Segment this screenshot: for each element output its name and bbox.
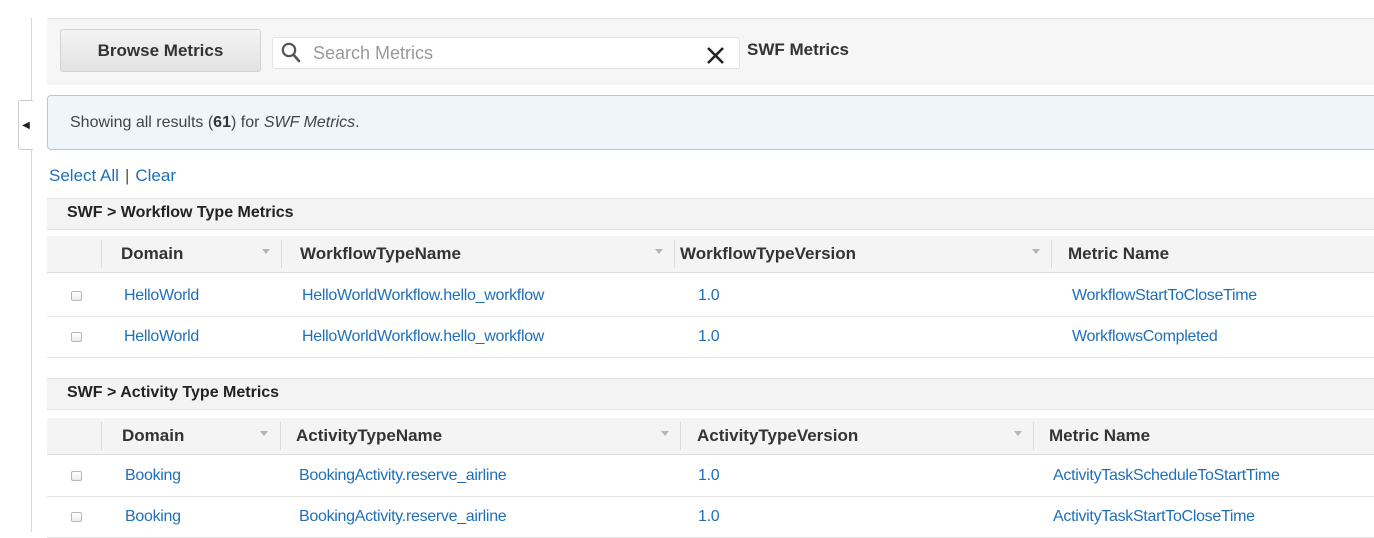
results-summary: Showing all results (61) for SWF Metrics… (70, 114, 360, 132)
cell-metric-name[interactable]: WorkflowStartToCloseTime (1072, 276, 1257, 316)
column-activity-type-version[interactable]: ActivityTypeVersion (697, 418, 858, 454)
cell-domain[interactable]: HelloWorld (124, 276, 199, 316)
selection-links: Select All | Clear (49, 166, 176, 186)
column-divider (1033, 422, 1034, 450)
cell-type-version[interactable]: 1.0 (698, 497, 720, 537)
sort-caret-icon[interactable] (655, 249, 663, 254)
table-row[interactable]: HelloWorld HelloWorldWorkflow.hello_work… (47, 317, 1374, 358)
column-divider (680, 422, 681, 450)
column-divider (280, 422, 281, 450)
column-activity-type-name[interactable]: ActivityTypeName (296, 418, 442, 454)
activity-group-header[interactable]: SWF > Activity Type Metrics (47, 378, 1374, 410)
results-info-box: Showing all results (61) for SWF Metrics… (47, 95, 1374, 150)
checkbox-icon[interactable] (71, 332, 82, 342)
workflow-column-header: Domain WorkflowTypeName WorkflowTypeVers… (47, 236, 1374, 273)
left-panel-border (31, 18, 32, 532)
close-icon[interactable] (704, 43, 728, 67)
cell-type-name[interactable]: HelloWorldWorkflow.hello_workflow (302, 317, 544, 357)
cell-type-version[interactable]: 1.0 (698, 317, 720, 357)
search-icon (281, 42, 301, 63)
activity-column-header: Domain ActivityTypeName ActivityTypeVers… (47, 418, 1374, 455)
sort-caret-icon[interactable] (1014, 431, 1022, 436)
collapse-sidebar-button[interactable]: ◀ (18, 100, 33, 150)
results-count: 61 (213, 114, 231, 131)
results-middle: ) for (230, 114, 264, 131)
cell-type-name[interactable]: BookingActivity.reserve_airline (299, 456, 507, 496)
cell-domain[interactable]: HelloWorld (124, 317, 199, 357)
metrics-browser: ◀ Browse Metrics SWF Metrics Showing all… (0, 0, 1374, 538)
column-metric-name[interactable]: Metric Name (1049, 418, 1150, 454)
column-divider (1051, 240, 1052, 268)
cell-domain[interactable]: Booking (125, 497, 181, 537)
column-metric-name[interactable]: Metric Name (1068, 236, 1169, 272)
column-workflow-type-name[interactable]: WorkflowTypeName (300, 236, 461, 272)
cell-type-name[interactable]: BookingActivity.reserve_airline (299, 497, 507, 537)
cell-metric-name[interactable]: WorkflowsCompleted (1072, 317, 1218, 357)
column-domain[interactable]: Domain (121, 236, 183, 272)
search-box[interactable] (272, 37, 740, 69)
sort-caret-icon[interactable] (262, 249, 270, 254)
column-domain[interactable]: Domain (122, 418, 184, 454)
results-suffix: . (355, 114, 360, 131)
checkbox-icon[interactable] (71, 512, 82, 522)
cell-metric-name[interactable]: ActivityTaskScheduleToStartTime (1053, 456, 1280, 496)
results-query: SWF Metrics (263, 114, 356, 131)
column-divider (101, 240, 102, 268)
browse-metrics-button[interactable]: Browse Metrics (60, 29, 261, 72)
workflow-group-header[interactable]: SWF > Workflow Type Metrics (47, 198, 1374, 230)
link-separator: | (124, 166, 130, 185)
column-divider (281, 240, 282, 268)
current-view-label: SWF Metrics (747, 40, 850, 59)
column-workflow-type-version[interactable]: WorkflowTypeVersion (680, 236, 856, 272)
clear-link[interactable]: Clear (135, 166, 176, 185)
column-divider (101, 422, 102, 450)
chevron-left-icon: ◀ (22, 119, 30, 131)
cell-type-version[interactable]: 1.0 (698, 456, 720, 496)
cell-metric-name[interactable]: ActivityTaskStartToCloseTime (1053, 497, 1255, 537)
table-row[interactable]: Booking BookingActivity.reserve_airline … (47, 456, 1374, 497)
select-all-link[interactable]: Select All (49, 166, 119, 185)
table-row[interactable]: HelloWorld HelloWorldWorkflow.hello_work… (47, 276, 1374, 317)
group-title: SWF > Activity Type Metrics (67, 384, 280, 401)
group-title: SWF > Workflow Type Metrics (67, 204, 294, 221)
cell-type-version[interactable]: 1.0 (698, 276, 720, 316)
column-divider (674, 240, 675, 268)
checkbox-icon[interactable] (71, 291, 82, 301)
cell-domain[interactable]: Booking (125, 456, 181, 496)
cell-type-name[interactable]: HelloWorldWorkflow.hello_workflow (302, 276, 544, 316)
search-input[interactable] (311, 40, 695, 66)
sort-caret-icon[interactable] (1032, 249, 1040, 254)
sort-caret-icon[interactable] (661, 431, 669, 436)
sort-caret-icon[interactable] (260, 431, 268, 436)
results-prefix: Showing all results ( (70, 114, 214, 131)
checkbox-icon[interactable] (71, 471, 82, 481)
